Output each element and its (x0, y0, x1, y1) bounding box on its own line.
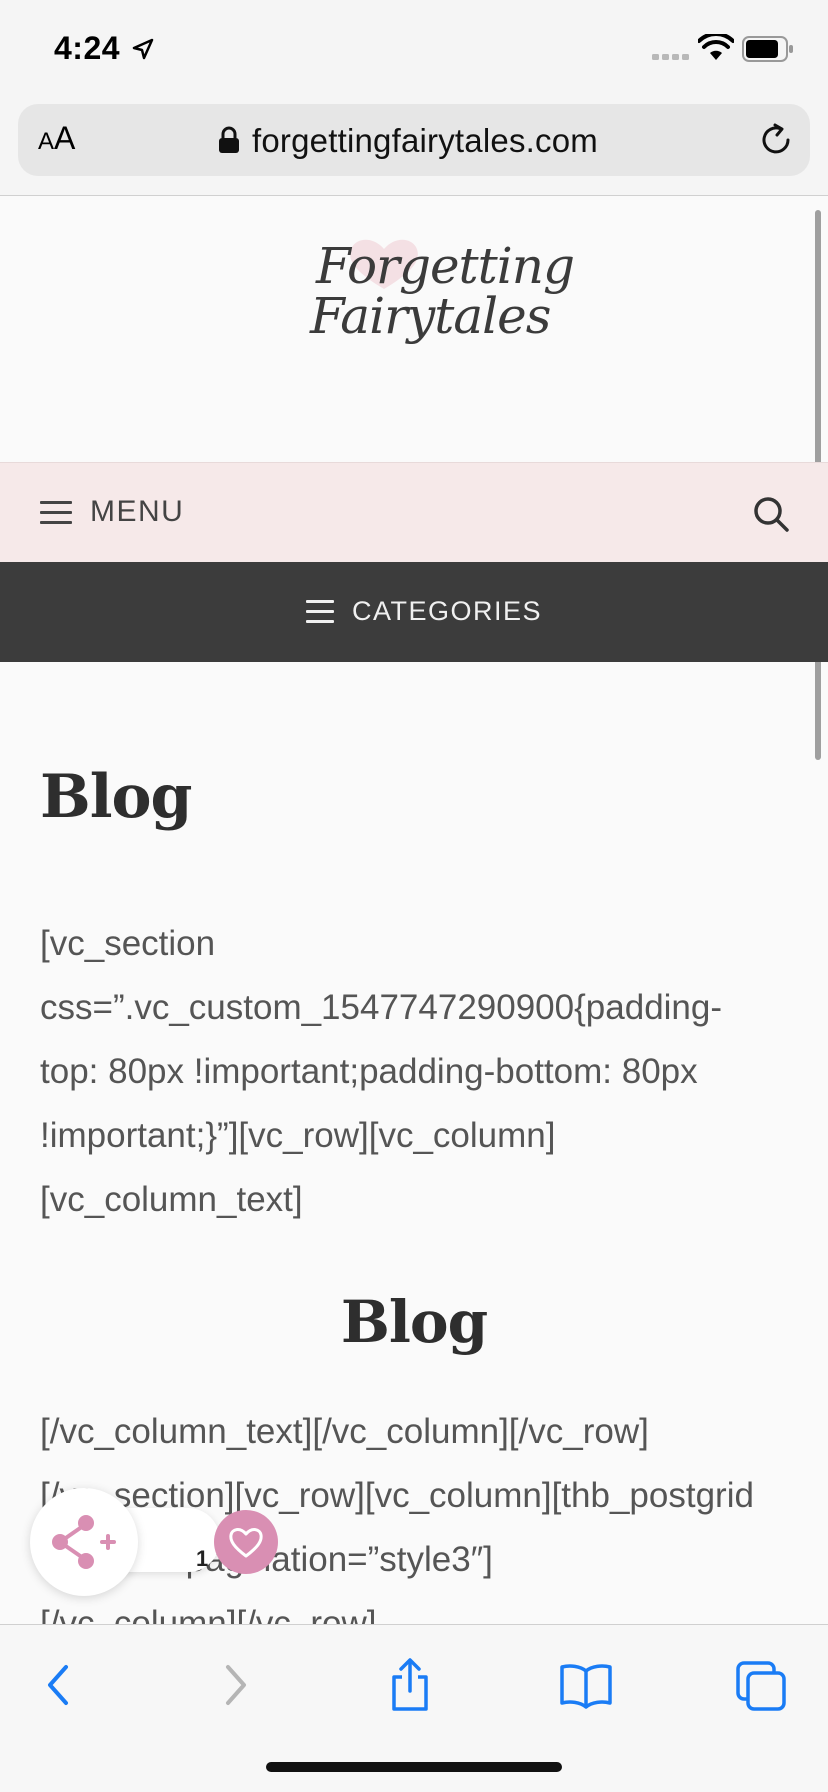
share-button[interactable] (30, 1488, 138, 1596)
menu-button[interactable]: MENU (90, 495, 184, 529)
chevron-right-icon[interactable] (206, 1655, 266, 1715)
url-text[interactable]: forgettingfairytales.com (252, 122, 598, 160)
shortcode-text-block-1: [vc_section css=”.vc_custom_154774729090… (40, 912, 800, 1232)
book-icon[interactable] (556, 1655, 616, 1715)
share-sheet-icon[interactable] (380, 1655, 440, 1715)
blog-heading: Blog (340, 1288, 488, 1356)
wifi-icon (698, 34, 734, 60)
home-indicator (266, 1762, 562, 1772)
screen: 4:24 AA forgettingfairytales.com Forgett… (0, 0, 828, 1792)
browser-address-area: AA forgettingfairytales.com (0, 100, 828, 196)
share-widget: 1 (30, 1488, 280, 1596)
categories-label: CATEGORIES (352, 596, 543, 626)
site-header: Forgetting Fairytales (0, 197, 828, 462)
heart-button[interactable] (214, 1510, 278, 1574)
reload-icon[interactable] (758, 122, 794, 158)
search-icon[interactable] (752, 495, 790, 533)
text-line: [/vc_column_text][/vc_column][/vc_row] (40, 1412, 649, 1451)
text-line: !important;}”][vc_row][vc_column] (40, 1116, 556, 1155)
battery-icon (742, 36, 793, 62)
logo-line2: Fairytales (310, 287, 551, 345)
text-size-small-label: A (38, 128, 55, 155)
page-title: Blog (40, 762, 192, 832)
share-nodes-icon (52, 1515, 116, 1569)
categories-hamburger-icon (306, 600, 338, 624)
hamburger-icon[interactable] (40, 501, 72, 525)
share-count: 1 (196, 1546, 209, 1571)
text-line: css=”.vc_custom_1547747290900{padding- (40, 988, 723, 1027)
categories-bar[interactable]: CATEGORIES (0, 562, 828, 662)
location-arrow-icon (132, 38, 154, 60)
tabs-icon[interactable] (732, 1655, 792, 1715)
text-line: top: 80px !important;padding-bottom: 80p… (40, 1052, 698, 1091)
cellular-signal-icon (652, 54, 689, 60)
text-size-large-label: A (54, 120, 76, 156)
status-bar: 4:24 (0, 0, 828, 100)
text-line: [vc_section (40, 924, 216, 963)
lock-icon (219, 126, 239, 153)
site-logo[interactable]: Forgetting Fairytales (300, 227, 575, 357)
status-time: 4:24 (54, 30, 121, 66)
menu-bar: MENU (0, 462, 828, 562)
text-size-button[interactable]: AA (38, 120, 75, 160)
chevron-left-icon[interactable] (28, 1655, 88, 1715)
heart-icon (229, 1528, 263, 1558)
text-line: [vc_column_text] (40, 1180, 303, 1219)
address-bar[interactable]: AA forgettingfairytales.com (18, 104, 810, 176)
